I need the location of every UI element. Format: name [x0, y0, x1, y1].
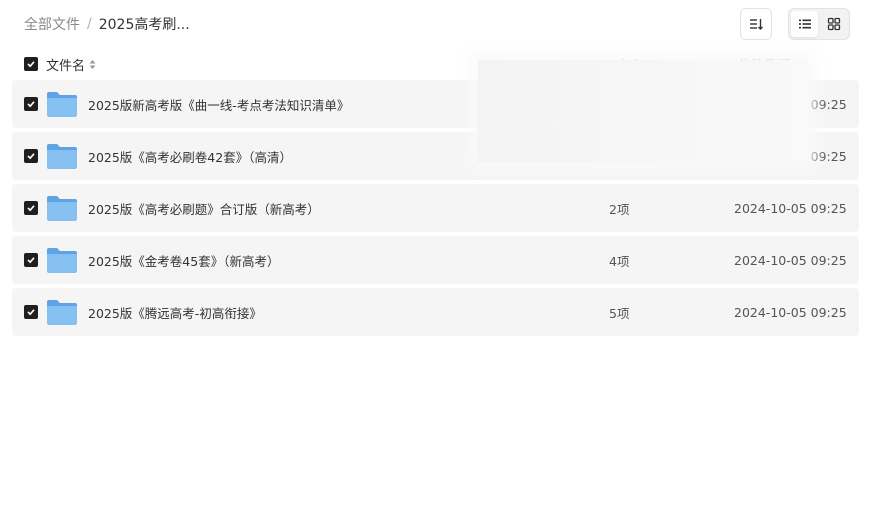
file-name[interactable]: 2025版《高考必刷卷42套》（高清） [88, 147, 292, 166]
file-name[interactable]: 2025版《金考卷45套》（新高考） [88, 251, 279, 270]
file-name[interactable]: 2025版新高考版《曲一线-考点考法知识清单》 [88, 95, 349, 114]
check-icon [27, 309, 35, 316]
check-icon [27, 101, 35, 108]
list-view-button[interactable] [791, 11, 818, 37]
sort-arrows-icon[interactable] [89, 59, 96, 70]
breadcrumb: 全部文件 / 2025高考刷... [24, 14, 190, 34]
breadcrumb-current: 2025高考刷... [98, 17, 190, 33]
file-date: 2024-10-05 09:25 [734, 304, 847, 320]
file-size: 2项 [609, 201, 630, 217]
folder-icon [47, 300, 77, 325]
row-checkbox[interactable] [24, 305, 38, 319]
grid-view-button[interactable] [820, 11, 847, 37]
breadcrumb-root-link[interactable]: 全部文件 [24, 14, 80, 34]
obscuring-overlay [478, 60, 808, 162]
folder-icon [47, 248, 77, 273]
check-icon [27, 61, 35, 68]
grid-view-icon [827, 17, 840, 31]
file-date: 2024-10-05 09:25 [734, 200, 847, 216]
name-column-header[interactable]: 文件名 [46, 55, 85, 74]
sort-button[interactable] [740, 8, 772, 40]
breadcrumb-separator: / [87, 16, 92, 32]
table-row[interactable]: 2025版《腾远高考-初高衔接》 5项 2024-10-05 09:25 [12, 288, 859, 336]
check-icon [27, 205, 35, 212]
check-icon [27, 257, 35, 264]
file-name[interactable]: 2025版《高考必刷题》合订版（新高考） [88, 199, 320, 218]
file-size: 5项 [609, 305, 630, 321]
file-date: 2024-10-05 09:25 [734, 252, 847, 268]
sort-descending-icon [750, 19, 763, 30]
table-row[interactable]: 2025版《高考必刷题》合订版（新高考） 2项 2024-10-05 09:25 [12, 184, 859, 232]
table-row[interactable]: 2025版《金考卷45套》（新高考） 4项 2024-10-05 09:25 [12, 236, 859, 284]
row-checkbox[interactable] [24, 253, 38, 267]
file-size: 4项 [609, 253, 630, 269]
list-view-icon [798, 19, 811, 29]
check-icon [27, 153, 35, 160]
folder-icon [47, 196, 77, 221]
row-checkbox[interactable] [24, 201, 38, 215]
select-all-checkbox[interactable] [24, 57, 38, 71]
view-toggle [788, 8, 850, 40]
file-name[interactable]: 2025版《腾远高考-初高衔接》 [88, 303, 262, 322]
row-checkbox[interactable] [24, 97, 38, 111]
folder-icon [47, 92, 77, 117]
row-checkbox[interactable] [24, 149, 38, 163]
folder-icon [47, 144, 77, 169]
